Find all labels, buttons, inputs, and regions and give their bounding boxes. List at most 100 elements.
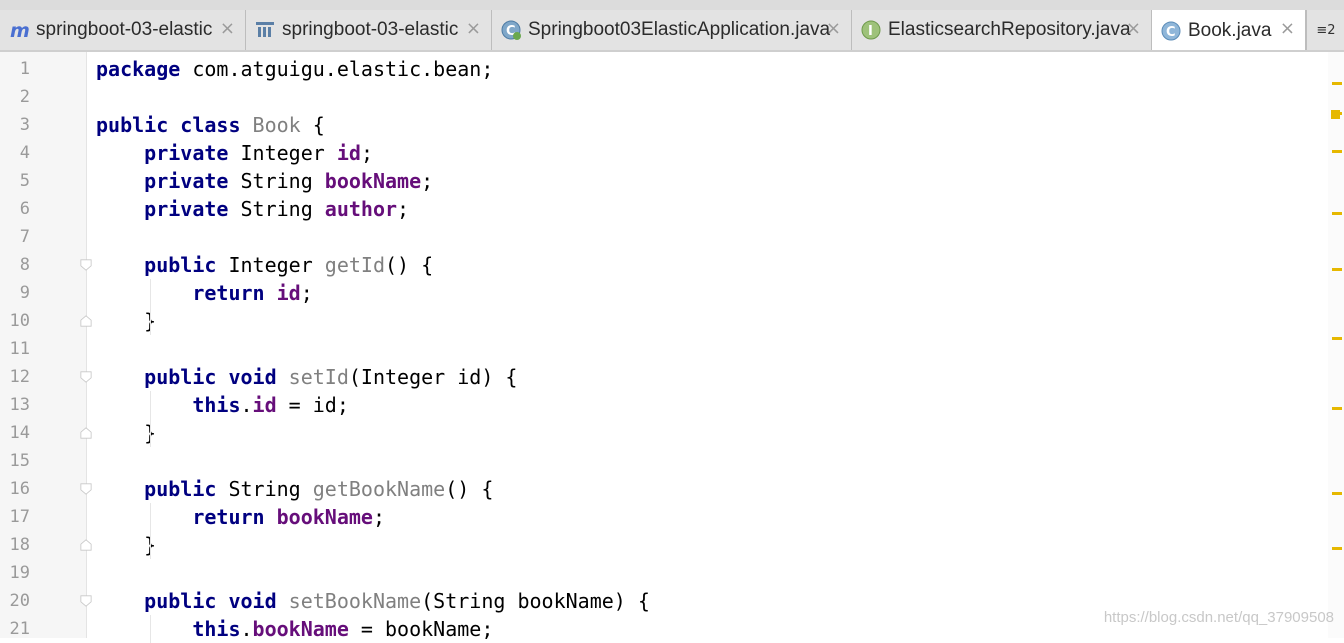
fold-marker-icon[interactable] xyxy=(80,483,92,495)
code-token: String xyxy=(228,197,325,221)
code-line[interactable]: public void setBookName(String bookName)… xyxy=(96,587,650,615)
tab-label: Book.java xyxy=(1188,20,1272,41)
fold-marker-icon[interactable] xyxy=(80,539,92,551)
scroll-mark[interactable] xyxy=(1332,337,1342,340)
line-number[interactable]: 12 xyxy=(0,363,30,391)
scroll-mark[interactable] xyxy=(1332,112,1342,115)
scroll-mark[interactable] xyxy=(1332,407,1342,410)
line-number[interactable]: 10 xyxy=(0,307,30,335)
line-number[interactable]: 6 xyxy=(0,195,30,223)
line-number[interactable]: 2 xyxy=(0,83,30,111)
line-number[interactable]: 8 xyxy=(0,251,30,279)
scroll-mark[interactable] xyxy=(1332,492,1342,495)
svg-text:m: m xyxy=(10,20,30,41)
tab-label: Springboot03ElasticApplication.java xyxy=(528,19,831,40)
tab-overflow-menu[interactable]: ≡2 xyxy=(1306,10,1344,50)
tab-book-java[interactable]: C Book.java × xyxy=(1152,10,1306,52)
code-line[interactable]: public Integer getId() { xyxy=(96,251,433,279)
code-token: } xyxy=(96,533,157,557)
code-token: (Integer id) { xyxy=(348,365,518,389)
code-line[interactable]: package com.atguigu.elastic.bean; xyxy=(96,55,493,83)
scroll-mark[interactable] xyxy=(1332,150,1342,153)
code-line[interactable]: private String author; xyxy=(96,195,409,223)
scroll-mark[interactable] xyxy=(1332,268,1342,271)
code-token: Integer xyxy=(216,253,325,277)
fold-marker-icon[interactable] xyxy=(80,315,92,327)
code-line[interactable]: public String getBookName() { xyxy=(96,475,493,503)
line-number[interactable]: 9 xyxy=(0,279,30,307)
code-line[interactable]: public class Book { xyxy=(96,111,325,139)
error-stripe[interactable] xyxy=(1328,52,1344,638)
code-token: setBookName xyxy=(288,589,422,613)
code-token: ; xyxy=(360,141,373,165)
line-number[interactable]: 11 xyxy=(0,335,30,363)
code-line[interactable]: this.id = id; xyxy=(96,391,349,419)
tab-springboot-03-elastic-module[interactable]: m springboot-03-elastic × xyxy=(0,10,246,50)
tab-springboot-03-elastic-project[interactable]: springboot-03-elastic × xyxy=(246,10,492,50)
line-number[interactable]: 20 xyxy=(0,587,30,615)
close-icon[interactable]: × xyxy=(466,19,481,39)
code-line[interactable]: return id; xyxy=(96,279,313,307)
tab-label: springboot-03-elastic xyxy=(36,19,213,40)
code-line[interactable]: this.bookName = bookName; xyxy=(96,615,493,643)
code-line[interactable]: return bookName; xyxy=(96,503,385,531)
tab-springboot03elasticapplication[interactable]: C Springboot03ElasticApplication.java × xyxy=(492,10,852,50)
indent-guide xyxy=(150,279,151,335)
line-number[interactable]: 3 xyxy=(0,111,30,139)
line-number[interactable]: 19 xyxy=(0,559,30,587)
fold-marker-icon[interactable] xyxy=(80,427,92,439)
code-token: . xyxy=(240,393,253,417)
code-token: = id; xyxy=(276,393,349,417)
line-number[interactable]: 16 xyxy=(0,475,30,503)
line-number[interactable]: 17 xyxy=(0,503,30,531)
code-token: bookName xyxy=(324,169,422,193)
close-icon[interactable]: × xyxy=(220,19,235,39)
code-token: String xyxy=(216,477,313,501)
code-line[interactable]: private Integer id; xyxy=(96,139,373,167)
line-number[interactable]: 5 xyxy=(0,167,30,195)
line-number[interactable]: 21 xyxy=(0,615,30,643)
line-number[interactable]: 1 xyxy=(0,55,30,83)
code-token: ; xyxy=(421,169,434,193)
scroll-mark[interactable] xyxy=(1332,547,1342,550)
code-token: Book xyxy=(252,113,301,137)
code-line[interactable]: private String bookName; xyxy=(96,167,433,195)
line-number-gutter[interactable]: 1 2 3 4 5 6 7 8 9 10 11 12 13 14 15 16 17 18 19 20 21 xyxy=(0,52,87,639)
scroll-mark[interactable] xyxy=(1332,212,1342,215)
tab-elasticsearchrepository[interactable]: I ElasticsearchRepository.java × xyxy=(852,10,1152,50)
code-line[interactable]: } xyxy=(96,419,156,447)
code-token: id xyxy=(276,281,301,305)
code-line[interactable]: } xyxy=(96,307,156,335)
close-icon[interactable]: × xyxy=(826,19,841,39)
fold-marker-icon[interactable] xyxy=(80,259,92,271)
fold-marker-icon[interactable] xyxy=(80,595,92,607)
code-token: getBookName xyxy=(312,477,446,501)
close-icon[interactable]: × xyxy=(1126,19,1141,39)
line-number[interactable]: 13 xyxy=(0,391,30,419)
line-number[interactable]: 4 xyxy=(0,139,30,167)
line-number[interactable]: 7 xyxy=(0,223,30,251)
code-token: } xyxy=(96,421,157,445)
code-token: ; xyxy=(300,281,313,305)
editor-tab-bar: m springboot-03-elastic × springboot-03-… xyxy=(0,0,1344,52)
line-number[interactable]: 15 xyxy=(0,447,30,475)
maven-module-icon: m xyxy=(8,19,30,41)
code-editor[interactable]: 1 2 3 4 5 6 7 8 9 10 11 12 13 14 15 16 17 18 19 20 21 packag… xyxy=(0,52,1344,643)
code-token: author xyxy=(324,197,398,221)
code-token: setId xyxy=(288,365,349,389)
scroll-mark[interactable] xyxy=(1332,82,1342,85)
line-number[interactable]: 14 xyxy=(0,419,30,447)
indent-guide xyxy=(150,391,151,447)
code-line[interactable]: } xyxy=(96,531,156,559)
watermark: https://blog.csdn.net/qq_37909508 xyxy=(1103,609,1334,626)
fold-marker-icon[interactable] xyxy=(80,371,92,383)
code-line[interactable]: public void setId(Integer id) { xyxy=(96,363,517,391)
code-token: () { xyxy=(445,477,494,501)
code-token: bookName xyxy=(276,505,373,529)
line-number[interactable]: 18 xyxy=(0,531,30,559)
close-icon[interactable]: × xyxy=(1280,19,1295,39)
